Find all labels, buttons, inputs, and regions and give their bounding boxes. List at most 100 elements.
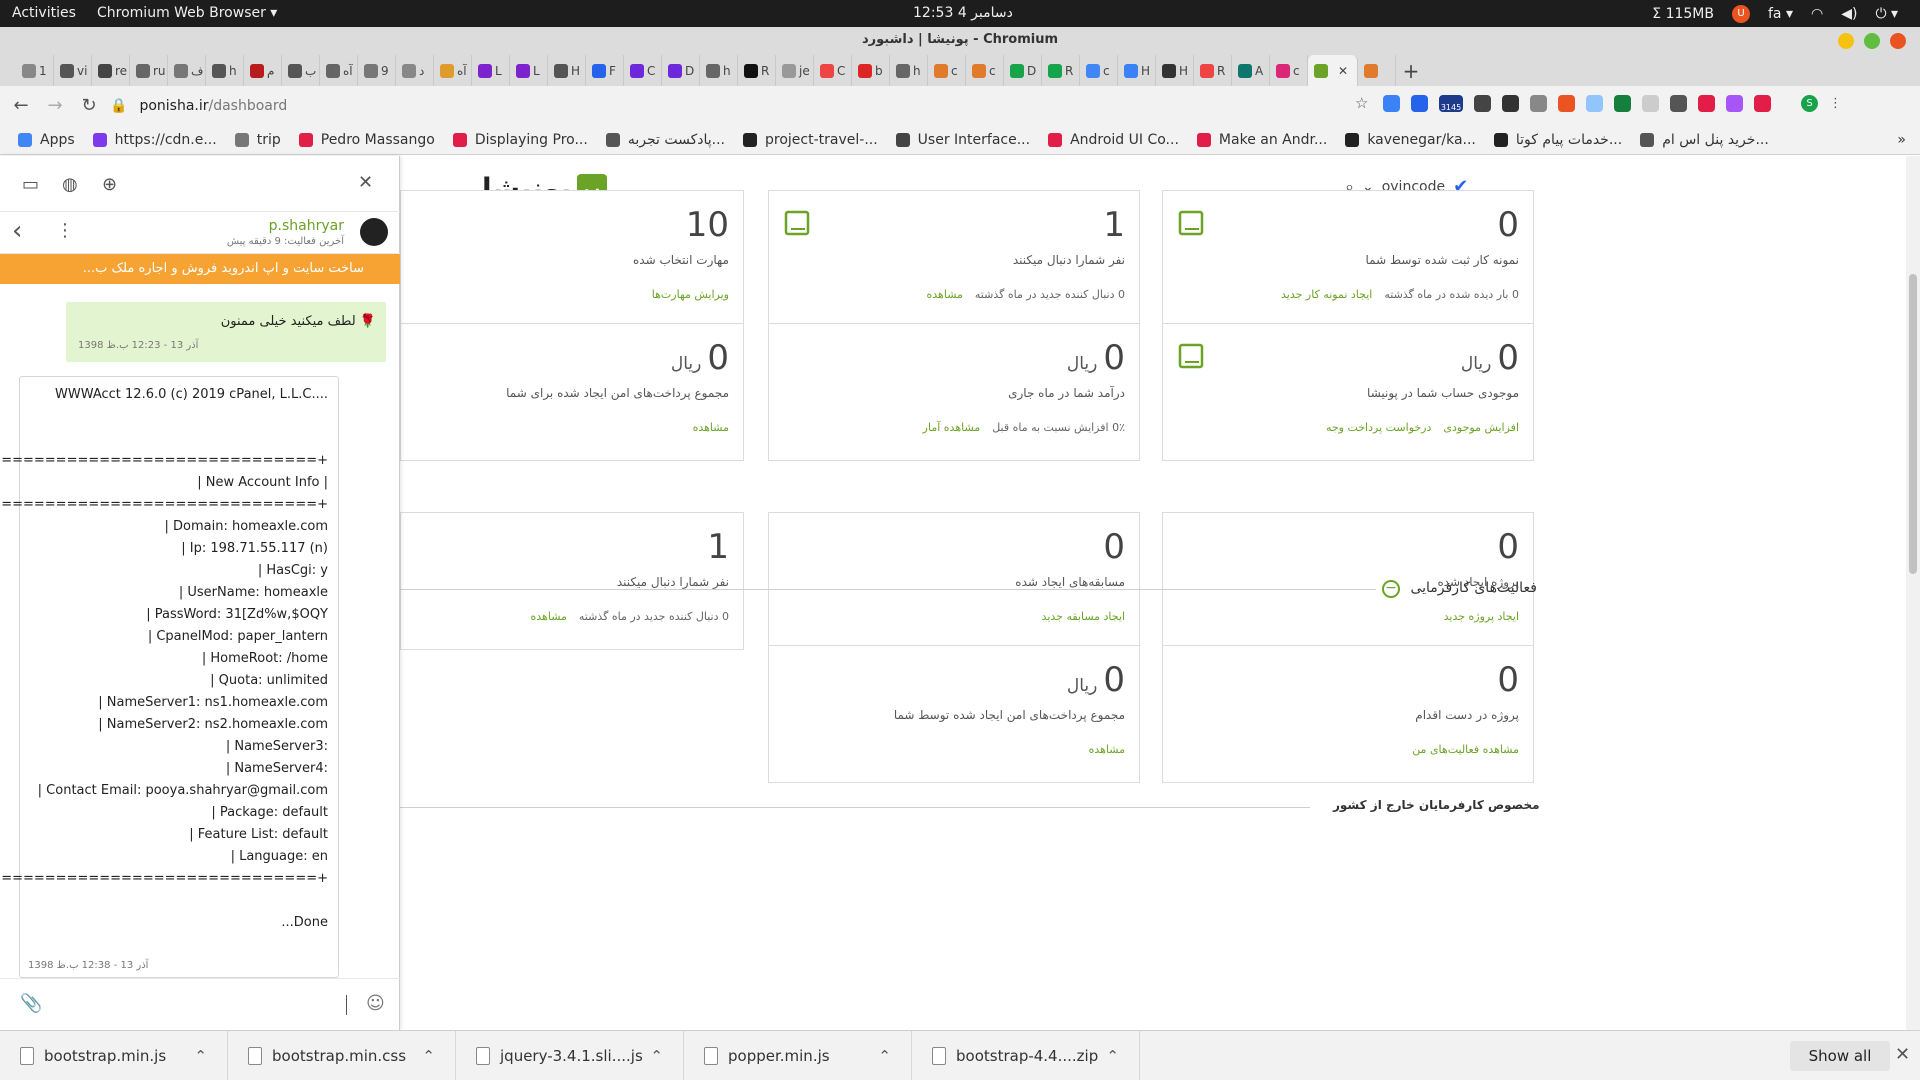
browser-tab[interactable]: ru (130, 55, 168, 86)
download-item[interactable]: jquery-3.4.1.sli....js ⌃ (456, 1030, 684, 1080)
stat-link[interactable]: ایجاد نمونه کار جدید (1281, 288, 1372, 301)
chevron-up-icon[interactable]: ⌃ (650, 1047, 663, 1065)
close-tab-icon[interactable]: ✕ (1338, 64, 1348, 78)
browser-tab[interactable]: vi (54, 55, 92, 86)
browser-tab[interactable]: H (1156, 55, 1194, 86)
bookmark-item[interactable]: project-travel-... (743, 132, 878, 148)
reload-button[interactable]: ↻ (76, 95, 102, 116)
wifi-icon[interactable]: ◠ (1811, 6, 1823, 22)
maximize-button[interactable] (1864, 33, 1880, 49)
browser-tab[interactable]: F (586, 55, 624, 86)
stat-link[interactable]: ویرایش مهارت‌ها (652, 288, 729, 301)
extension-icon[interactable] (1698, 95, 1715, 112)
back-icon[interactable]: ‹ (12, 216, 22, 246)
browser-tab[interactable]: 1 (16, 55, 54, 86)
stat-link[interactable]: مشاهده (1089, 743, 1125, 756)
extension-icon[interactable] (1642, 95, 1659, 112)
bookmark-item[interactable]: پادکست تجربه... (605, 132, 725, 148)
volume-icon[interactable]: ◀) (1841, 6, 1857, 22)
browser-tab[interactable]: ب (282, 55, 320, 86)
browser-tab[interactable]: R (1042, 55, 1080, 86)
profile-avatar[interactable]: S (1801, 95, 1818, 112)
extension-icon[interactable] (1670, 95, 1687, 112)
app-menu[interactable]: Chromium Web Browser ▾ (97, 5, 277, 21)
bookmark-item[interactable]: https://cdn.e... (92, 132, 217, 148)
browser-tab[interactable]: A (1232, 55, 1270, 86)
stat-link[interactable]: مشاهده (531, 610, 567, 623)
activities-button[interactable]: Activities (12, 5, 76, 21)
more-bookmarks-icon[interactable]: » (1897, 132, 1906, 148)
browser-tab[interactable] (1358, 55, 1396, 86)
project-banner[interactable]: ساخت سایت و اپ اندروید فروش و اجاره ملک … (0, 254, 400, 284)
stat-link[interactable]: افزایش موجودی (1443, 421, 1519, 434)
extension-icon[interactable] (1502, 95, 1519, 112)
close-window-button[interactable] (1890, 33, 1906, 49)
browser-tab[interactable]: م (244, 55, 282, 86)
lock-icon[interactable]: 🔒 (110, 98, 127, 114)
browser-tab[interactable]: b (852, 55, 890, 86)
globe-icon[interactable]: ◍ (62, 174, 82, 195)
browser-tab[interactable]: re (92, 55, 130, 86)
stat-link[interactable]: مشاهده (927, 288, 963, 301)
browser-tab[interactable]: D (662, 55, 700, 86)
chevron-up-icon[interactable]: ⌃ (422, 1047, 435, 1065)
browser-tab[interactable]: c (1270, 55, 1308, 86)
message-icon[interactable]: ▭ (22, 174, 42, 195)
close-downloads-icon[interactable]: ✕ (1895, 1044, 1910, 1065)
bookmark-item[interactable]: Make an Andr... (1196, 132, 1327, 148)
bookmark-item[interactable]: Android UI Co... (1048, 132, 1179, 148)
attach-icon[interactable]: 📎 (20, 993, 42, 1014)
extension-badge[interactable]: 3145 (1439, 95, 1463, 112)
browser-tab[interactable]: h (890, 55, 928, 86)
bookmark-item[interactable]: trip (234, 132, 281, 148)
browser-tab[interactable]: c (966, 55, 1004, 86)
add-icon[interactable]: ⊕ (102, 174, 122, 195)
extension-icon[interactable] (1558, 95, 1575, 112)
browser-tab[interactable]: je (776, 55, 814, 86)
bookmark-item[interactable]: Apps (18, 132, 75, 148)
bookmark-item[interactable]: خرید پنل اس ام... (1640, 132, 1769, 148)
back-button[interactable]: ← (8, 95, 34, 116)
show-all-button[interactable]: Show all (1790, 1041, 1890, 1071)
browser-tab[interactable]: C (814, 55, 852, 86)
browser-tab[interactable]: R (1194, 55, 1232, 86)
ubuntu-icon[interactable]: U (1731, 4, 1750, 23)
download-item[interactable]: bootstrap-4.4....zip ⌃ (912, 1030, 1140, 1080)
browser-tab[interactable]: آه (434, 55, 472, 86)
browser-tab[interactable]: R (738, 55, 776, 86)
browser-tab[interactable]: ف (168, 55, 206, 86)
browser-tab[interactable]: L (472, 55, 510, 86)
scrollbar-thumb[interactable] (1909, 274, 1917, 574)
memory-indicator[interactable]: Σ 115MB (1652, 6, 1714, 22)
extension-icon[interactable] (1754, 95, 1771, 112)
bookmark-item[interactable]: خدمات پیام کوتا... (1493, 132, 1622, 148)
extension-icon[interactable] (1411, 95, 1428, 112)
minimize-button[interactable] (1838, 33, 1854, 49)
browser-tab[interactable]: c (1080, 55, 1118, 86)
browser-tab[interactable]: D (1004, 55, 1042, 86)
language-indicator[interactable]: fa ▾ (1768, 6, 1793, 22)
new-tab-button[interactable]: + (1396, 55, 1426, 86)
browser-tab[interactable]: H (1118, 55, 1156, 86)
download-item[interactable]: bootstrap.min.css ⌃ (228, 1030, 456, 1080)
download-item[interactable]: bootstrap.min.js ⌃ (0, 1030, 228, 1080)
extension-icon[interactable] (1726, 95, 1743, 112)
bookmark-item[interactable]: kavenegar/ka... (1345, 132, 1476, 148)
stat-link[interactable]: مشاهده آمار (923, 421, 981, 434)
chevron-up-icon[interactable]: ⌃ (1106, 1047, 1119, 1065)
page-scrollbar[interactable] (1906, 156, 1920, 1030)
chevron-up-icon[interactable]: ⌃ (878, 1047, 891, 1065)
browser-tab[interactable]: د (396, 55, 434, 86)
more-icon[interactable]: ⋮ (56, 220, 74, 241)
power-icon[interactable]: ⏻ ▾ (1875, 6, 1898, 22)
menu-icon[interactable]: ⋮ (1829, 95, 1846, 112)
stat-link[interactable]: ایجاد پروژه جدید (1444, 610, 1519, 623)
extension-icon[interactable] (1474, 95, 1491, 112)
stat-link[interactable]: مشاهده فعالیت‌های من (1412, 743, 1519, 756)
forward-button[interactable]: → (42, 95, 68, 116)
browser-tab[interactable]: آه (320, 55, 358, 86)
browser-tab[interactable]: h (206, 55, 244, 86)
close-icon[interactable]: ✕ (358, 172, 378, 193)
stat-link[interactable]: ایجاد مسابقه جدید (1042, 610, 1125, 623)
stat-link[interactable]: درخواست پرداخت وجه (1326, 421, 1431, 434)
